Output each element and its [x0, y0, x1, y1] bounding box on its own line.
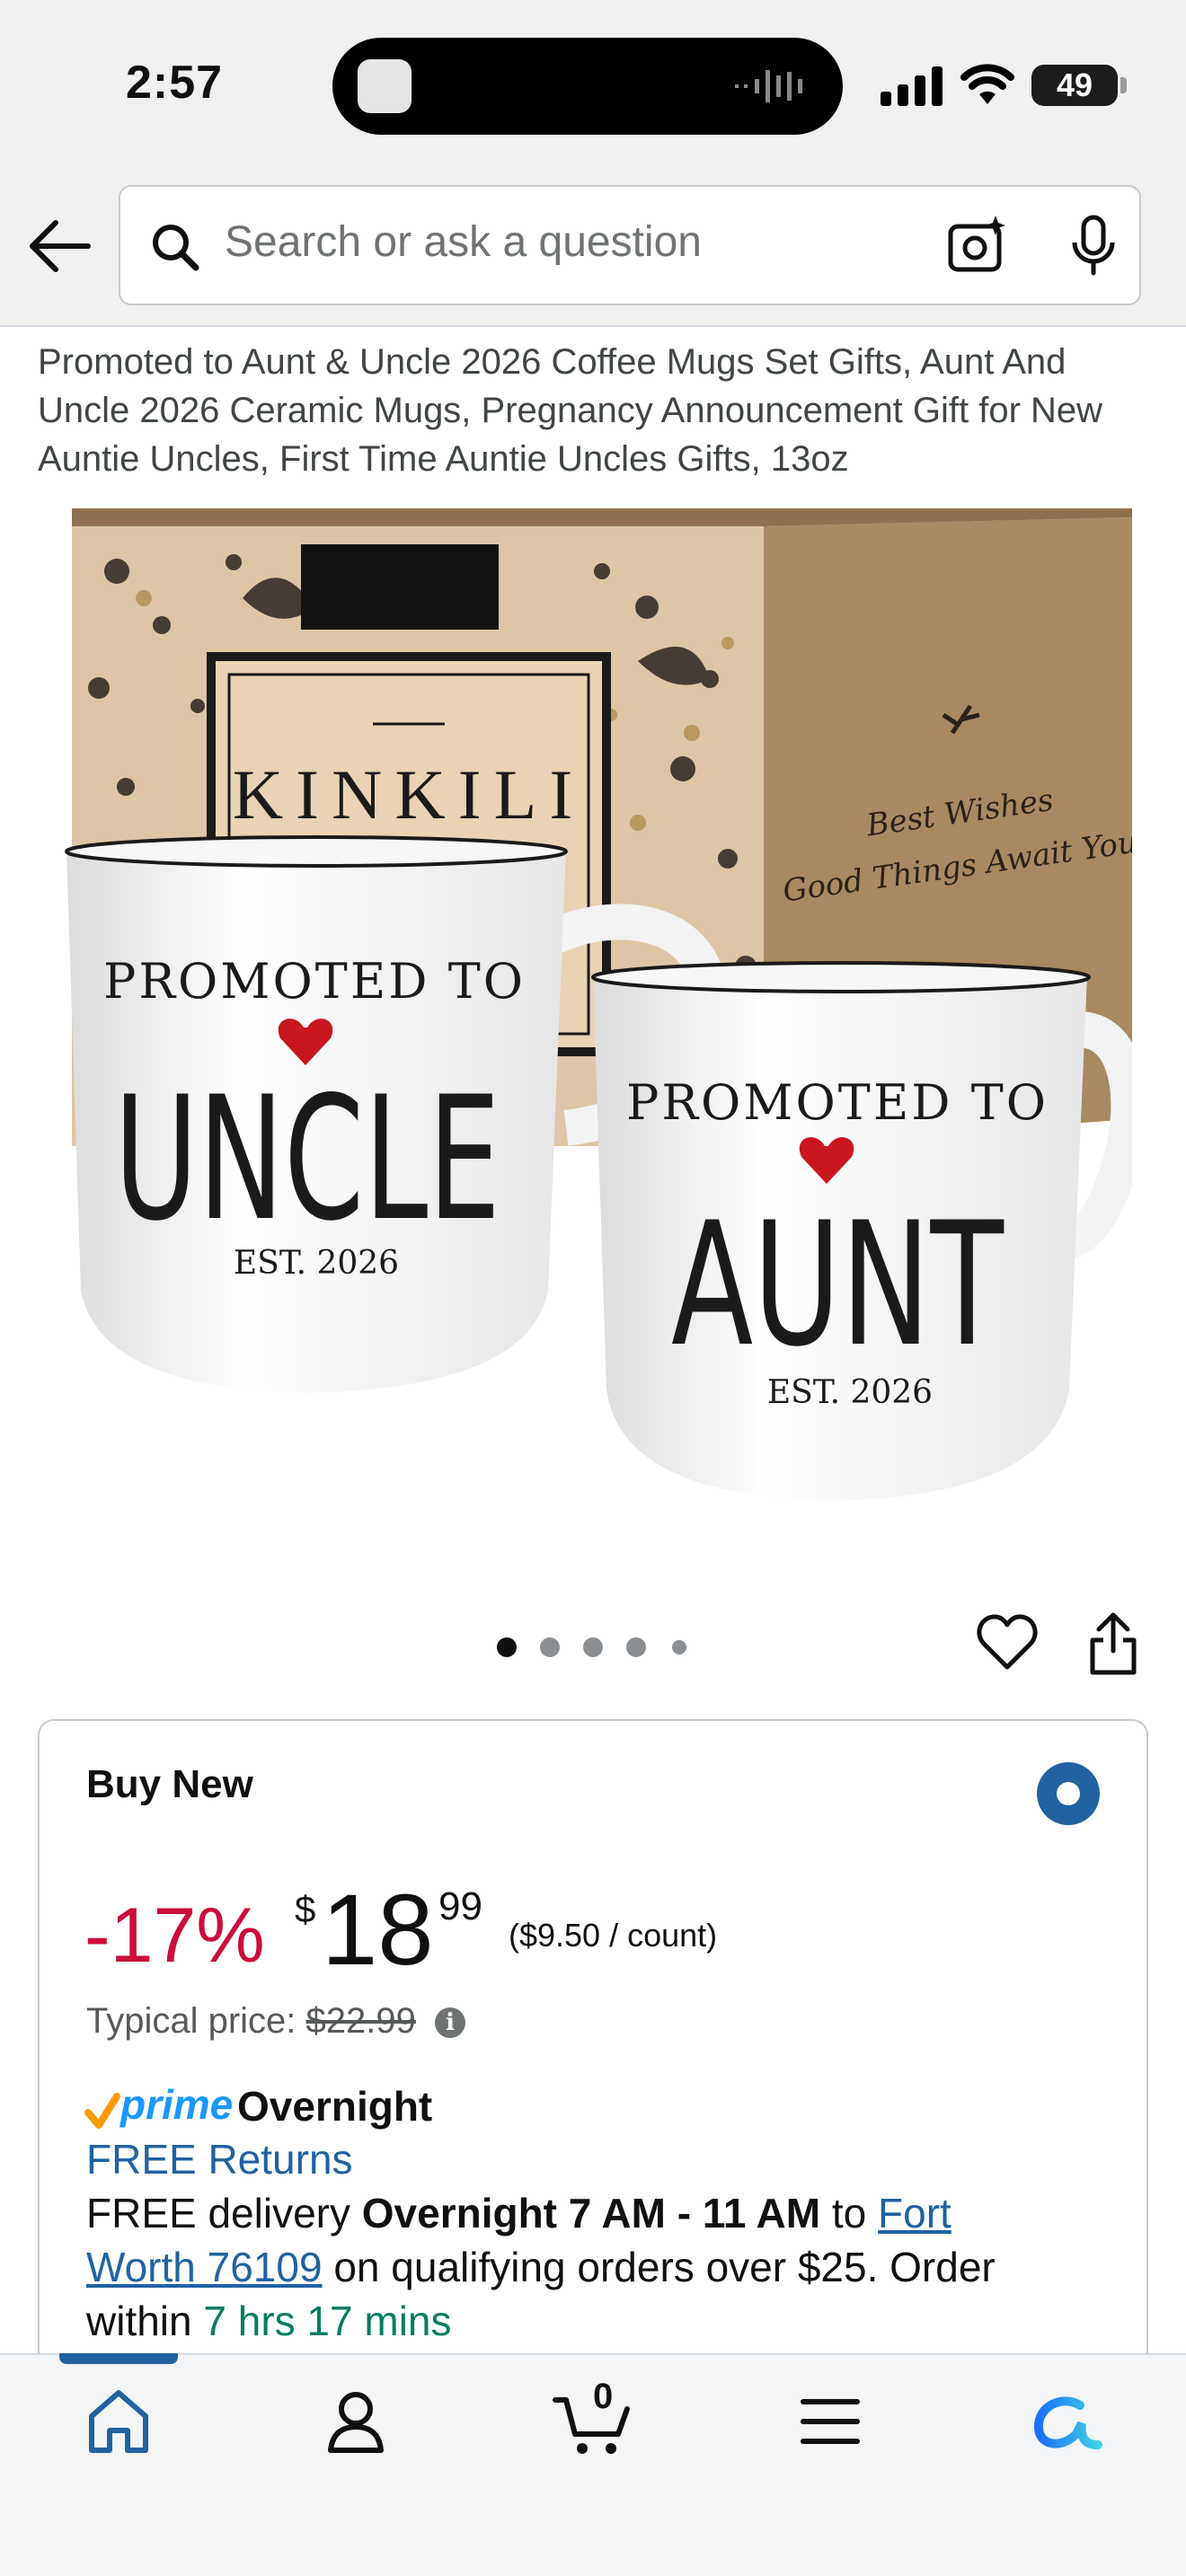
typical-price-row: Typical price: $22.99 i: [86, 2001, 466, 2042]
mug-right-main-text: AUNT: [671, 1186, 1005, 1384]
carousel-dot[interactable]: [540, 1637, 560, 1657]
rufus-assistant-icon[interactable]: [1024, 2378, 1111, 2465]
info-icon[interactable]: i: [435, 2007, 466, 2039]
delivery-suffix: on qualifying orders over $25. Order: [322, 2244, 996, 2290]
delivery-location-link[interactable]: Fort: [878, 2190, 951, 2236]
price-fraction: 99: [438, 1884, 482, 1928]
home-icon[interactable]: [75, 2378, 162, 2465]
mug-left-top-text: PROMOTED TO: [103, 953, 526, 1010]
carousel-dot[interactable]: [583, 1637, 603, 1657]
app-icon: [358, 59, 412, 113]
delivery-within: within: [86, 2298, 204, 2344]
cart-count: 0: [593, 2377, 614, 2416]
delivery-to: to: [820, 2190, 879, 2236]
unit-price: ($9.50 / count): [509, 1917, 718, 1954]
delivery-line-3: within 7 hrs 17 mins: [86, 2294, 452, 2348]
discount-percent: -17%: [84, 1892, 265, 1979]
menu-icon[interactable]: [787, 2378, 873, 2465]
battery-level: 49: [1056, 66, 1093, 103]
cellular-signal-icon: [881, 66, 943, 106]
carousel-dot[interactable]: [626, 1637, 646, 1657]
mug-left-est: EST. 2026: [234, 1245, 399, 1282]
mug-left-main-text: UNCLE: [114, 1060, 500, 1258]
price-currency: $: [295, 1888, 316, 1930]
microphone-icon[interactable]: [1066, 214, 1121, 278]
battery-indicator: 49: [1031, 65, 1127, 106]
typical-price-value: $22.99: [305, 2001, 416, 2041]
top-bar: 2:57 49 Search or ask a question: [0, 0, 1186, 327]
mug-right-est: EST. 2026: [767, 1374, 933, 1411]
prime-check-icon: [84, 2093, 120, 2129]
dynamic-island: [332, 38, 843, 135]
heart-icon[interactable]: [976, 1611, 1039, 1674]
product-image[interactable]: KINKILI Best Wishes Good Things Await Yo…: [63, 499, 1132, 1532]
delivery-location-link-2[interactable]: Worth 76109: [86, 2244, 323, 2290]
status-time: 2:57: [126, 57, 224, 109]
mug-right-top-text: PROMOTED TO: [626, 1074, 1049, 1131]
carousel-dot[interactable]: [497, 1637, 517, 1657]
buy-new-radio[interactable]: [1037, 1762, 1100, 1825]
audio-wave-icon: [735, 70, 802, 102]
search-icon: [153, 225, 199, 271]
delivery-line-2: Worth 76109 on qualifying orders over $2…: [86, 2240, 996, 2294]
delivery-prefix: FREE delivery: [86, 2190, 362, 2236]
delivery-countdown: 7 hrs 17 mins: [203, 2298, 452, 2344]
typical-price-label: Typical price:: [86, 2001, 296, 2041]
product-title: Promoted to Aunt & Uncle 2026 Coffee Mug…: [38, 342, 1103, 479]
share-icon[interactable]: [1085, 1610, 1141, 1678]
search-bar[interactable]: Search or ask a question: [119, 185, 1141, 305]
carousel-dot[interactable]: [672, 1640, 686, 1654]
camera-lens-icon[interactable]: [945, 214, 1010, 278]
carousel-dots[interactable]: [492, 1635, 699, 1662]
prime-speed: Overnight: [237, 2083, 433, 2130]
search-input[interactable]: Search or ask a question: [225, 217, 702, 267]
account-icon[interactable]: [313, 2378, 399, 2465]
free-returns-link[interactable]: FREE Returns: [86, 2132, 353, 2186]
wifi-icon: [960, 64, 1014, 104]
delivery-window: Overnight 7 AM - 11 AM: [361, 2190, 821, 2236]
active-tab-indicator: [59, 2353, 178, 2364]
price-whole: 18: [322, 1874, 434, 1986]
box-brand: KINKILI: [233, 755, 586, 834]
buy-new-heading: Buy New: [86, 1762, 253, 1806]
prime-logo: prime: [120, 2081, 234, 2128]
delivery-line-1: FREE delivery Overnight 7 AM - 11 AM to …: [86, 2186, 951, 2240]
back-arrow-icon[interactable]: [25, 212, 93, 280]
